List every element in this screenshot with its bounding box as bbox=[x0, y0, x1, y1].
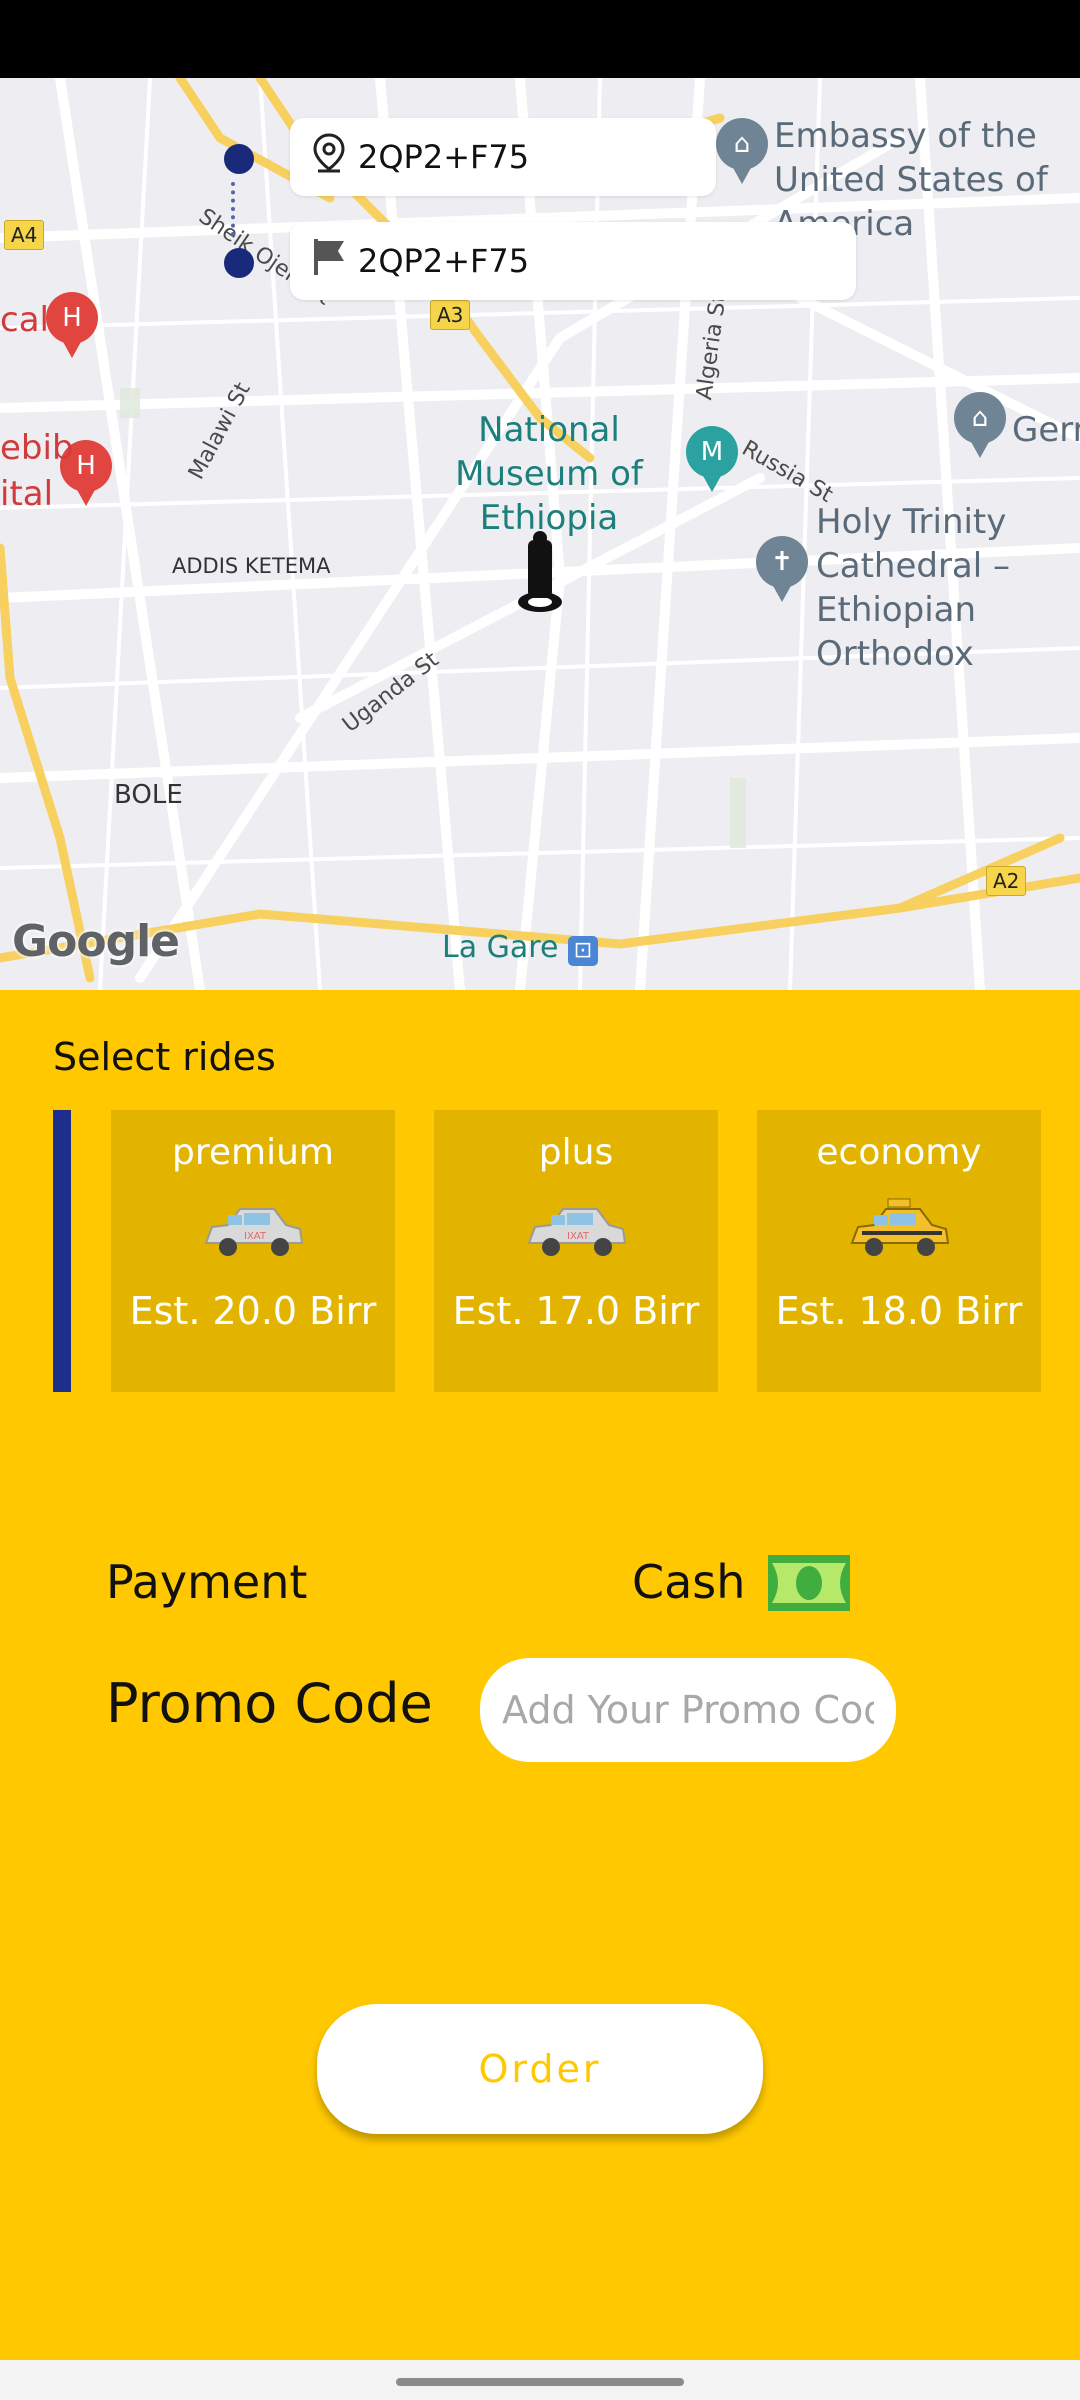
pickup-location-text: 2QP2+F75 bbox=[358, 138, 530, 176]
ride-price: Est. 20.0 Birr bbox=[129, 1289, 377, 1333]
la-gare-label: La Gare bbox=[442, 930, 559, 965]
select-rides-title: Select rides bbox=[53, 1035, 276, 1079]
ride-option-plus[interactable]: plus IXAT Est. 17.0 Birr bbox=[434, 1110, 718, 1392]
map-label-museum: National Museum of Ethiopia bbox=[455, 410, 643, 538]
map-label-addis-ketema: ADDIS KETEMA bbox=[172, 554, 331, 578]
road-shield-a3: A3 bbox=[430, 300, 471, 330]
ride-option-economy[interactable]: economy Est. 18.0 Birr bbox=[757, 1110, 1041, 1392]
promo-code-input[interactable] bbox=[480, 1658, 896, 1762]
hospital-pin-icon[interactable]: H bbox=[46, 292, 98, 358]
map-label-bole: BOLE bbox=[114, 780, 183, 810]
flag-icon bbox=[300, 237, 358, 285]
taxi-icon bbox=[757, 1197, 1041, 1267]
ride-name: plus bbox=[538, 1132, 614, 1173]
map-label-hospital-2b: ital bbox=[0, 474, 54, 514]
svg-text:IXAT: IXAT bbox=[244, 1231, 267, 1242]
promo-code-label: Promo Code bbox=[106, 1672, 433, 1735]
map-label-la-gare: La Gare ⊡ bbox=[442, 930, 598, 966]
cash-icon[interactable] bbox=[768, 1555, 850, 1611]
car-icon: IXAT bbox=[434, 1197, 718, 1267]
pickup-location-field[interactable]: 2QP2+F75 bbox=[290, 118, 716, 196]
payment-label: Payment bbox=[106, 1555, 308, 1609]
ride-price: Est. 18.0 Birr bbox=[775, 1289, 1023, 1333]
route-connector bbox=[231, 182, 243, 236]
destination-location-text: 2QP2+F75 bbox=[358, 242, 530, 280]
driver-marker-icon bbox=[518, 531, 562, 612]
order-button[interactable]: Order bbox=[317, 2004, 763, 2134]
church-pin-icon[interactable]: ✝ bbox=[756, 536, 808, 602]
map-label-hospital-2a: ebib bbox=[0, 428, 74, 468]
car-icon: IXAT bbox=[111, 1197, 395, 1267]
navigation-bar bbox=[0, 2360, 1080, 2400]
pickup-dot-icon bbox=[224, 144, 254, 174]
map-view[interactable]: A4 A3 A2 ⌂ Embassy of the United States … bbox=[0, 78, 1080, 990]
embassy-pin-icon[interactable]: ⌂ bbox=[716, 118, 768, 184]
destination-dot-icon bbox=[224, 248, 254, 278]
svg-text:IXAT: IXAT bbox=[567, 1231, 590, 1242]
status-bar bbox=[0, 0, 1080, 78]
ride-name: economy bbox=[816, 1132, 982, 1173]
carousel-scroll-indicator bbox=[53, 1110, 71, 1392]
road-shield-a4: A4 bbox=[4, 220, 45, 250]
ride-name: premium bbox=[172, 1132, 334, 1173]
map-label-trinity: Holy Trinity Cathedral – Ethiopian Ortho… bbox=[816, 502, 1011, 674]
road-shield-a2: A2 bbox=[986, 866, 1027, 896]
map-label-hospital-1: cal bbox=[0, 300, 49, 340]
ride-option-premium[interactable]: premium IXAT Est. 20.0 Birr bbox=[111, 1110, 395, 1392]
map-pin-icon bbox=[300, 133, 358, 181]
train-station-icon[interactable]: ⊡ bbox=[567, 936, 598, 966]
payment-method[interactable]: Cash bbox=[632, 1555, 745, 1609]
rides-carousel[interactable]: premium IXAT Est. 20.0 Birr plus IXAT Es… bbox=[53, 1110, 1080, 1392]
embassy-germany-pin-icon[interactable]: ⌂ bbox=[954, 392, 1006, 458]
home-gesture-handle[interactable] bbox=[396, 2378, 684, 2386]
google-logo: Google bbox=[12, 916, 180, 967]
destination-location-field[interactable]: 2QP2+F75 bbox=[290, 222, 856, 300]
ride-price: Est. 17.0 Birr bbox=[452, 1289, 700, 1333]
map-label-germany: Germ bbox=[1012, 410, 1080, 450]
